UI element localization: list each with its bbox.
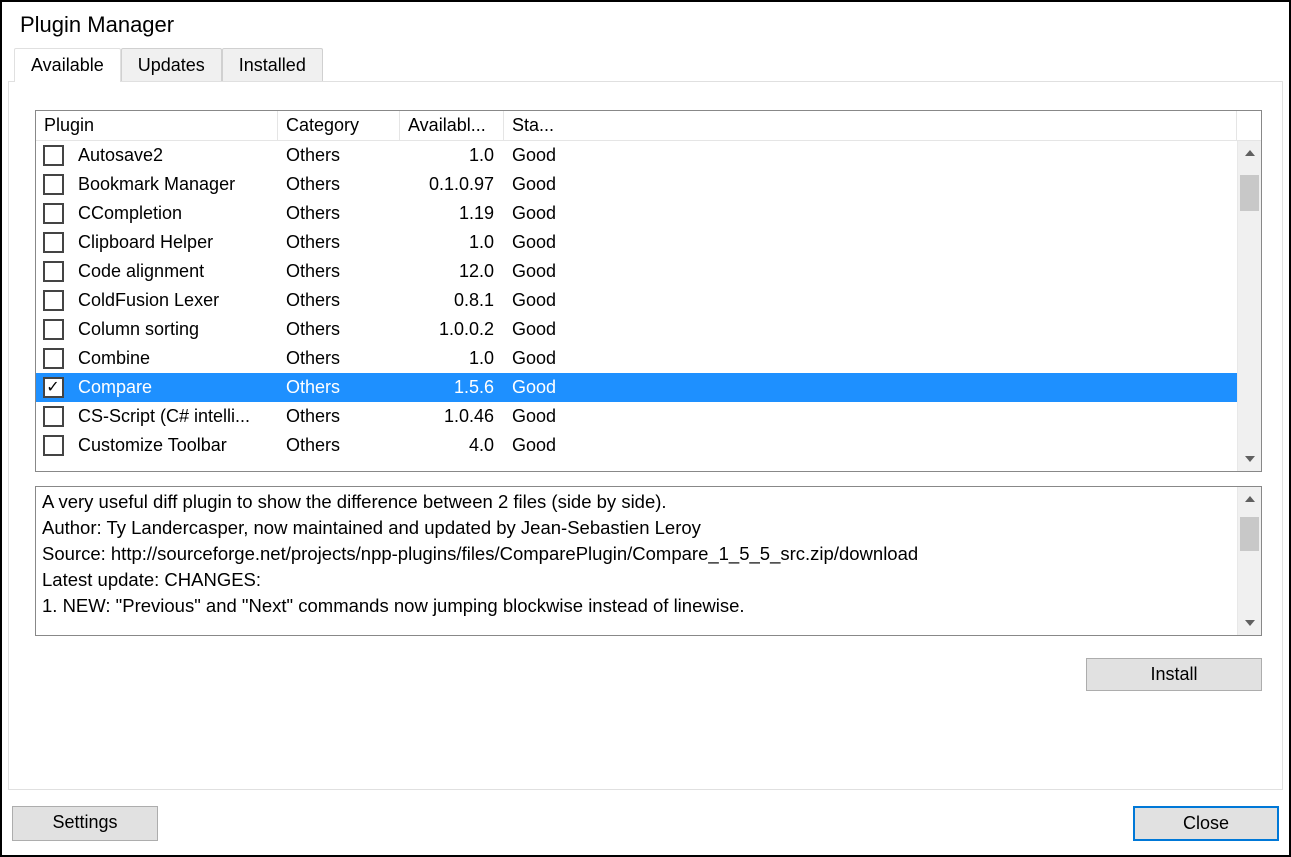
row-stability: Good [504, 232, 570, 253]
row-stability: Good [504, 319, 570, 340]
scroll-up-icon[interactable] [1238, 487, 1261, 511]
row-category: Others [278, 203, 400, 224]
row-plugin-name: CCompletion [70, 203, 278, 224]
row-version: 1.0 [400, 232, 504, 253]
header-stability[interactable]: Sta... [504, 111, 570, 140]
scroll-down-icon[interactable] [1238, 447, 1261, 471]
list-scrollbar[interactable] [1237, 141, 1261, 471]
row-stability: Good [504, 377, 570, 398]
table-row[interactable]: Clipboard HelperOthers1.0Good [36, 228, 1237, 257]
row-plugin-name: Column sorting [70, 319, 278, 340]
table-row[interactable]: Column sortingOthers1.0.0.2Good [36, 315, 1237, 344]
row-checkbox[interactable] [43, 319, 64, 340]
row-version: 1.0 [400, 348, 504, 369]
row-checkbox[interactable] [43, 261, 64, 282]
row-checkbox[interactable] [43, 174, 64, 195]
tab-installed[interactable]: Installed [222, 48, 323, 82]
row-category: Others [278, 145, 400, 166]
row-category: Others [278, 435, 400, 456]
description-scrollbar[interactable] [1237, 487, 1261, 635]
scroll-down-icon[interactable] [1238, 611, 1261, 635]
row-version: 1.0.46 [400, 406, 504, 427]
header-available[interactable]: Availabl... [400, 111, 504, 140]
row-plugin-name: Clipboard Helper [70, 232, 278, 253]
row-category: Others [278, 232, 400, 253]
row-version: 1.5.6 [400, 377, 504, 398]
row-version: 12.0 [400, 261, 504, 282]
row-version: 0.1.0.97 [400, 174, 504, 195]
row-category: Others [278, 406, 400, 427]
scroll-thumb[interactable] [1240, 175, 1259, 211]
scroll-thumb[interactable] [1240, 517, 1259, 551]
row-plugin-name: Bookmark Manager [70, 174, 278, 195]
tab-strip: Available Updates Installed [2, 48, 1289, 82]
row-stability: Good [504, 261, 570, 282]
plugin-manager-window: Plugin Manager Available Updates Install… [0, 0, 1291, 857]
list-header: Plugin Category Availabl... Sta... [36, 111, 1261, 141]
plugin-list: Plugin Category Availabl... Sta... Autos… [35, 110, 1262, 472]
table-row[interactable]: Autosave2Others1.0Good [36, 141, 1237, 170]
tab-available[interactable]: Available [14, 48, 121, 82]
table-row[interactable]: CombineOthers1.0Good [36, 344, 1237, 373]
row-category: Others [278, 261, 400, 282]
row-checkbox[interactable] [43, 435, 64, 456]
row-version: 4.0 [400, 435, 504, 456]
row-checkbox[interactable] [43, 203, 64, 224]
row-category: Others [278, 174, 400, 195]
row-category: Others [278, 348, 400, 369]
row-checkbox[interactable]: ✓ [43, 377, 64, 398]
window-title: Plugin Manager [2, 2, 1289, 42]
row-plugin-name: Autosave2 [70, 145, 278, 166]
row-category: Others [278, 319, 400, 340]
row-stability: Good [504, 174, 570, 195]
plugin-description: A very useful diff plugin to show the di… [35, 486, 1262, 636]
row-category: Others [278, 290, 400, 311]
row-plugin-name: Compare [70, 377, 278, 398]
row-stability: Good [504, 203, 570, 224]
row-checkbox[interactable] [43, 290, 64, 311]
row-stability: Good [504, 406, 570, 427]
row-plugin-name: Customize Toolbar [70, 435, 278, 456]
header-plugin[interactable]: Plugin [36, 111, 278, 140]
row-category: Others [278, 377, 400, 398]
tab-panel: Plugin Category Availabl... Sta... Autos… [8, 81, 1283, 790]
table-row[interactable]: CS-Script (C# intelli...Others1.0.46Good [36, 402, 1237, 431]
row-plugin-name: Code alignment [70, 261, 278, 282]
table-row[interactable]: Bookmark ManagerOthers0.1.0.97Good [36, 170, 1237, 199]
row-checkbox[interactable] [43, 232, 64, 253]
table-row[interactable]: CCompletionOthers1.19Good [36, 199, 1237, 228]
row-version: 1.0 [400, 145, 504, 166]
row-checkbox[interactable] [43, 406, 64, 427]
header-category[interactable]: Category [278, 111, 400, 140]
scroll-up-icon[interactable] [1238, 141, 1261, 165]
row-stability: Good [504, 435, 570, 456]
row-stability: Good [504, 290, 570, 311]
table-row[interactable]: Customize ToolbarOthers4.0Good [36, 431, 1237, 460]
row-checkbox[interactable] [43, 348, 64, 369]
close-button[interactable]: Close [1133, 806, 1279, 841]
row-stability: Good [504, 348, 570, 369]
row-plugin-name: CS-Script (C# intelli... [70, 406, 278, 427]
row-version: 0.8.1 [400, 290, 504, 311]
install-button[interactable]: Install [1086, 658, 1262, 691]
table-row[interactable]: ✓ CompareOthers1.5.6Good [36, 373, 1237, 402]
row-plugin-name: Combine [70, 348, 278, 369]
row-checkbox[interactable] [43, 145, 64, 166]
description-text: A very useful diff plugin to show the di… [36, 487, 1237, 635]
tab-updates[interactable]: Updates [121, 48, 222, 82]
row-version: 1.0.0.2 [400, 319, 504, 340]
settings-button[interactable]: Settings [12, 806, 158, 841]
table-row[interactable]: ColdFusion LexerOthers0.8.1Good [36, 286, 1237, 315]
row-plugin-name: ColdFusion Lexer [70, 290, 278, 311]
table-row[interactable]: Code alignmentOthers12.0Good [36, 257, 1237, 286]
row-stability: Good [504, 145, 570, 166]
row-version: 1.19 [400, 203, 504, 224]
